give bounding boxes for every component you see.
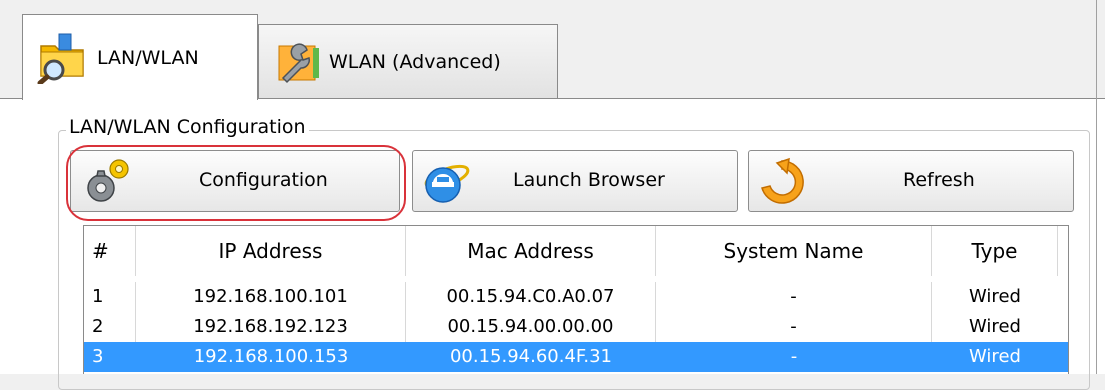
refresh-button[interactable]: Refresh [748, 150, 1074, 212]
cell-mac: 00.15.94.C0.A0.07 [406, 282, 656, 312]
column-header-ip[interactable]: IP Address [136, 226, 406, 276]
cell-ip: 192.168.100.101 [136, 282, 406, 312]
tab-lan-wlan[interactable]: LAN/WLAN [22, 14, 258, 100]
tab-strip: LAN/WLAN WLAN (Advanced) [0, 0, 1105, 100]
cell-type: Wired [969, 346, 1021, 367]
cell-number: 1 [84, 282, 136, 312]
cell-type: Wired [969, 316, 1021, 337]
cell-mac: 00.15.94.00.00.00 [406, 312, 656, 342]
launch-browser-button-label: Launch Browser [513, 169, 665, 191]
cell-number: 3 [92, 346, 104, 367]
cell-system-name: - [656, 312, 932, 342]
cell-system-name: - [790, 346, 798, 367]
cell-ip: 192.168.192.123 [136, 312, 406, 342]
tab-wlan-advanced-label: WLAN (Advanced) [329, 50, 501, 73]
table-row[interactable]: 1 192.168.100.101 00.15.94.C0.A0.07 - Wi… [84, 282, 1068, 312]
highlight-outline [66, 145, 406, 221]
refresh-icon [755, 155, 809, 209]
device-table: # IP Address Mac Address System Name Typ… [83, 225, 1069, 374]
internet-explorer-icon [419, 155, 473, 209]
wrench-icon [273, 38, 321, 86]
group-title: LAN/WLAN Configuration [66, 116, 309, 138]
refresh-button-label: Refresh [903, 169, 975, 191]
cell-system-name: - [656, 282, 932, 312]
column-header-system-name[interactable]: System Name [656, 226, 932, 276]
table-row-selected[interactable]: 3 192.168.100.153 00.15.94.60.4F.31 - Wi… [84, 342, 1068, 372]
table-row[interactable]: 2 192.168.192.123 00.15.94.00.00.00 - Wi… [84, 312, 1068, 342]
tab-wlan-advanced[interactable]: WLAN (Advanced) [258, 24, 558, 98]
column-header-type[interactable]: Type [932, 226, 1058, 276]
cell-number: 2 [84, 312, 136, 342]
tab-lan-wlan-label: LAN/WLAN [97, 46, 199, 69]
folder-search-icon [37, 32, 89, 85]
table-header: # IP Address Mac Address System Name Typ… [84, 226, 1068, 276]
cell-type: Wired [969, 286, 1021, 307]
cell-ip: 192.168.100.153 [193, 346, 349, 367]
launch-browser-button[interactable]: Launch Browser [412, 150, 738, 212]
cell-mac: 00.15.94.60.4F.31 [449, 346, 613, 367]
column-header-mac[interactable]: Mac Address [406, 226, 656, 276]
column-header-number[interactable]: # [84, 226, 136, 276]
